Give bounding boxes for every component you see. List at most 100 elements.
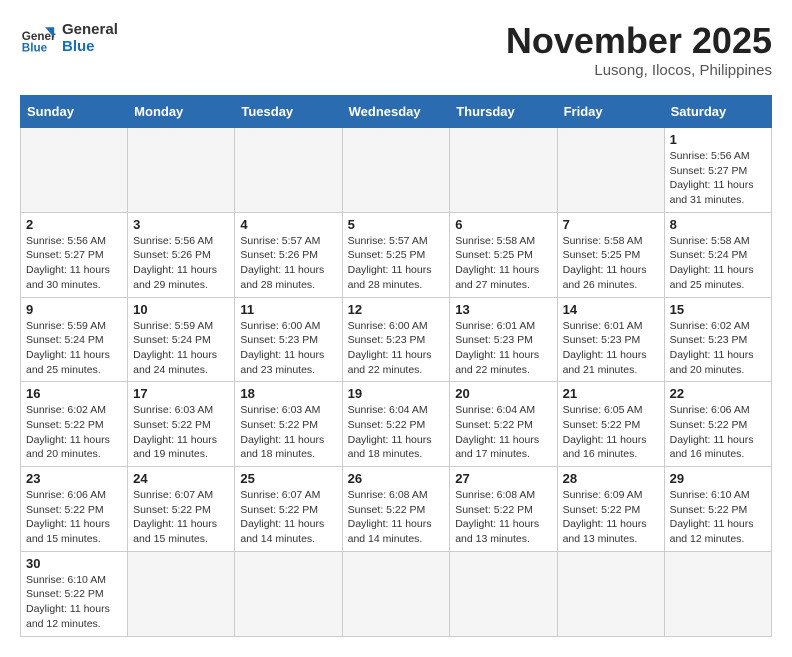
- day-info: Sunrise: 6:07 AMSunset: 5:22 PMDaylight:…: [133, 488, 229, 547]
- day-info: Sunrise: 6:07 AMSunset: 5:22 PMDaylight:…: [240, 488, 336, 547]
- calendar-cell: 30 Sunrise: 6:10 AMSunset: 5:22 PMDayligh…: [21, 551, 128, 636]
- calendar-cell: [128, 128, 235, 213]
- calendar-cell: 24Sunrise: 6:07 AMSunset: 5:22 PMDayligh…: [128, 467, 235, 552]
- day-info: Sunrise: 5:56 AMSunset: 5:26 PMDaylight:…: [133, 234, 229, 293]
- day-number: 20: [455, 386, 551, 401]
- day-info: Sunrise: 6:09 AMSunset: 5:22 PMDaylight:…: [563, 488, 659, 547]
- day-number: 19: [348, 386, 445, 401]
- calendar-cell: 18Sunrise: 6:03 AMSunset: 5:22 PMDayligh…: [235, 382, 342, 467]
- day-info: Sunrise: 6:06 AMSunset: 5:22 PMDaylight:…: [670, 403, 766, 462]
- calendar-cell: 29 Sunrise: 6:10 AMSunset: 5:22 PMDayligh…: [664, 467, 771, 552]
- calendar-cell: 20 Sunrise: 6:04 AMSunset: 5:22 PMDayligh…: [450, 382, 557, 467]
- calendar-cell: 1 Sunrise: 5:56 AMSunset: 5:27 PMDaylight…: [664, 128, 771, 213]
- weekday-header-monday: Monday: [128, 96, 235, 128]
- day-info: Sunrise: 5:57 AMSunset: 5:26 PMDaylight:…: [240, 234, 336, 293]
- day-info: Sunrise: 6:10 AMSunset: 5:22 PMDaylight:…: [670, 488, 766, 547]
- day-info: Sunrise: 5:58 AMSunset: 5:25 PMDaylight:…: [563, 234, 659, 293]
- calendar-cell: 4 Sunrise: 5:57 AMSunset: 5:26 PMDaylight…: [235, 212, 342, 297]
- day-number: 3: [133, 217, 229, 232]
- day-number: 27: [455, 471, 551, 486]
- calendar-cell: 13 Sunrise: 6:01 AMSunset: 5:23 PMDayligh…: [450, 297, 557, 382]
- day-info: Sunrise: 6:03 AMSunset: 5:22 PMDaylight:…: [240, 403, 336, 462]
- calendar-cell: 19 Sunrise: 6:04 AMSunset: 5:22 PMDayligh…: [342, 382, 450, 467]
- calendar-cell: 14 Sunrise: 6:01 AMSunset: 5:23 PMDayligh…: [557, 297, 664, 382]
- day-info: Sunrise: 5:56 AMSunset: 5:27 PMDaylight:…: [670, 149, 766, 208]
- day-number: 21: [563, 386, 659, 401]
- calendar-cell: 23 Sunrise: 6:06 AMSunset: 5:22 PMDayligh…: [21, 467, 128, 552]
- calendar-cell: 17 Sunrise: 6:03 AMSunset: 5:22 PMDayligh…: [128, 382, 235, 467]
- calendar-cell: 7 Sunrise: 5:58 AMSunset: 5:25 PMDaylight…: [557, 212, 664, 297]
- calendar-cell: 11Sunrise: 6:00 AMSunset: 5:23 PMDayligh…: [235, 297, 342, 382]
- calendar-cell: 22Sunrise: 6:06 AMSunset: 5:22 PMDayligh…: [664, 382, 771, 467]
- calendar-cell: [235, 128, 342, 213]
- calendar-cell: [557, 128, 664, 213]
- day-info: Sunrise: 5:59 AMSunset: 5:24 PMDaylight:…: [26, 319, 122, 378]
- logo: General Blue General Blue: [20, 20, 118, 56]
- day-number: 13: [455, 302, 551, 317]
- calendar-cell: [21, 128, 128, 213]
- calendar-week-row: 9 Sunrise: 5:59 AMSunset: 5:24 PMDaylight…: [21, 297, 772, 382]
- month-title: November 2025: [506, 20, 772, 62]
- weekday-header-sunday: Sunday: [21, 96, 128, 128]
- header: General Blue General Blue November 2025 …: [20, 20, 772, 79]
- calendar-cell: [450, 551, 557, 636]
- day-number: 16: [26, 386, 122, 401]
- calendar-cell: [557, 551, 664, 636]
- calendar-cell: [235, 551, 342, 636]
- day-info: Sunrise: 6:10 AMSunset: 5:22 PMDaylight:…: [26, 573, 122, 632]
- day-info: Sunrise: 6:04 AMSunset: 5:22 PMDaylight:…: [348, 403, 445, 462]
- calendar-week-row: 16Sunrise: 6:02 AMSunset: 5:22 PMDayligh…: [21, 382, 772, 467]
- day-number: 29: [670, 471, 766, 486]
- day-number: 7: [563, 217, 659, 232]
- calendar-cell: 25Sunrise: 6:07 AMSunset: 5:22 PMDayligh…: [235, 467, 342, 552]
- calendar-cell: [450, 128, 557, 213]
- calendar-cell: 8Sunrise: 5:58 AMSunset: 5:24 PMDaylight…: [664, 212, 771, 297]
- calendar-week-row: 1 Sunrise: 5:56 AMSunset: 5:27 PMDaylight…: [21, 128, 772, 213]
- calendar-cell: 28Sunrise: 6:09 AMSunset: 5:22 PMDayligh…: [557, 467, 664, 552]
- svg-text:Blue: Blue: [22, 42, 48, 55]
- calendar-cell: 5Sunrise: 5:57 AMSunset: 5:25 PMDaylight…: [342, 212, 450, 297]
- calendar-week-row: 2Sunrise: 5:56 AMSunset: 5:27 PMDaylight…: [21, 212, 772, 297]
- day-number: 5: [348, 217, 445, 232]
- weekday-header-saturday: Saturday: [664, 96, 771, 128]
- calendar-cell: 26Sunrise: 6:08 AMSunset: 5:22 PMDayligh…: [342, 467, 450, 552]
- day-info: Sunrise: 5:58 AMSunset: 5:25 PMDaylight:…: [455, 234, 551, 293]
- day-info: Sunrise: 6:06 AMSunset: 5:22 PMDaylight:…: [26, 488, 122, 547]
- calendar-cell: [342, 551, 450, 636]
- day-info: Sunrise: 6:04 AMSunset: 5:22 PMDaylight:…: [455, 403, 551, 462]
- day-number: 4: [240, 217, 336, 232]
- day-number: 12: [348, 302, 445, 317]
- logo-general-text: General: [62, 21, 118, 38]
- calendar-cell: 2Sunrise: 5:56 AMSunset: 5:27 PMDaylight…: [21, 212, 128, 297]
- day-number: 23: [26, 471, 122, 486]
- day-info: Sunrise: 6:08 AMSunset: 5:22 PMDaylight:…: [348, 488, 445, 547]
- day-info: Sunrise: 6:02 AMSunset: 5:23 PMDaylight:…: [670, 319, 766, 378]
- day-number: 9: [26, 302, 122, 317]
- day-info: Sunrise: 6:01 AMSunset: 5:23 PMDaylight:…: [563, 319, 659, 378]
- calendar: SundayMondayTuesdayWednesdayThursdayFrid…: [20, 95, 772, 637]
- day-info: Sunrise: 5:58 AMSunset: 5:24 PMDaylight:…: [670, 234, 766, 293]
- day-number: 14: [563, 302, 659, 317]
- day-number: 2: [26, 217, 122, 232]
- calendar-week-row: 23 Sunrise: 6:06 AMSunset: 5:22 PMDayligh…: [21, 467, 772, 552]
- calendar-cell: 3 Sunrise: 5:56 AMSunset: 5:26 PMDaylight…: [128, 212, 235, 297]
- day-info: Sunrise: 5:59 AMSunset: 5:24 PMDaylight:…: [133, 319, 229, 378]
- weekday-header-row: SundayMondayTuesdayWednesdayThursdayFrid…: [21, 96, 772, 128]
- weekday-header-tuesday: Tuesday: [235, 96, 342, 128]
- day-info: Sunrise: 6:01 AMSunset: 5:23 PMDaylight:…: [455, 319, 551, 378]
- day-info: Sunrise: 6:00 AMSunset: 5:23 PMDaylight:…: [348, 319, 445, 378]
- day-number: 17: [133, 386, 229, 401]
- weekday-header-thursday: Thursday: [450, 96, 557, 128]
- calendar-cell: 27 Sunrise: 6:08 AMSunset: 5:22 PMDayligh…: [450, 467, 557, 552]
- calendar-cell: 21 Sunrise: 6:05 AMSunset: 5:22 PMDayligh…: [557, 382, 664, 467]
- day-info: Sunrise: 6:03 AMSunset: 5:22 PMDaylight:…: [133, 403, 229, 462]
- logo-icon: General Blue: [20, 20, 56, 56]
- calendar-cell: 10Sunrise: 5:59 AMSunset: 5:24 PMDayligh…: [128, 297, 235, 382]
- day-number: 1: [670, 132, 766, 147]
- day-info: Sunrise: 6:08 AMSunset: 5:22 PMDaylight:…: [455, 488, 551, 547]
- day-number: 30: [26, 556, 122, 571]
- location: Lusong, Ilocos, Philippines: [506, 62, 772, 79]
- weekday-header-friday: Friday: [557, 96, 664, 128]
- day-info: Sunrise: 6:05 AMSunset: 5:22 PMDaylight:…: [563, 403, 659, 462]
- calendar-cell: [342, 128, 450, 213]
